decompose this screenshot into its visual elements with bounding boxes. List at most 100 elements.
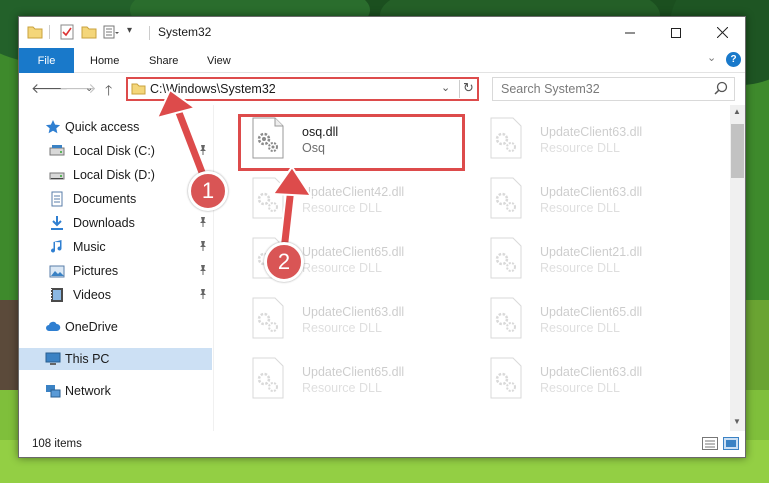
sidebar-item-pictures[interactable]: Pictures [19,260,212,282]
sidebar-item-label: This PC [65,352,110,366]
chevron-down-icon[interactable]: ⌄ [707,51,716,64]
cloud-icon [46,321,61,331]
dll-file-icon [252,357,284,399]
tab-view[interactable]: View [207,48,231,73]
folder-icon [131,83,146,95]
file-item[interactable]: UpdateClient65.dll Resource DLL [476,293,706,351]
pin-icon[interactable] [197,216,209,228]
sidebar-item-label: Documents [73,192,137,206]
dll-file-icon [490,297,522,339]
computer-icon [45,352,61,365]
address-bar[interactable]: C:\Windows\System32 ⌄ ↻ [126,77,479,101]
pane-divider [213,105,214,431]
sidebar-item-network[interactable]: Network [19,380,212,402]
file-item[interactable]: UpdateClient65.dll Resource DLL [238,353,468,411]
highlight-box [238,114,465,171]
pin-icon[interactable] [197,240,209,252]
pictures-icon [49,265,65,278]
tab-file[interactable]: File [19,48,74,73]
tab-home[interactable]: Home [90,48,119,73]
details-view-icon[interactable] [702,437,718,450]
step-1-badge: 1 [188,171,228,211]
file-item[interactable]: UpdateClient63.dll Resource DLL [476,173,706,231]
file-item[interactable]: UpdateClient63.dll Resource DLL [238,293,468,351]
file-item[interactable]: UpdateClient63.dll Resource DLL [476,353,706,411]
file-name: UpdateClient63.dll [540,125,643,139]
file-name: UpdateClient42.dll [302,185,405,199]
dll-file-icon [490,237,522,279]
step-2-badge: 2 [264,242,304,282]
vertical-scrollbar[interactable]: ▲ ▼ [730,105,745,431]
file-type: Resource DLL [302,201,382,215]
file-type: Resource DLL [302,261,382,275]
documents-icon [51,191,63,207]
sidebar-item-videos[interactable]: Videos [19,284,212,306]
search-input[interactable]: Search System32 [492,77,735,101]
window-title: System32 [158,25,212,39]
sidebar-item-label: Quick access [65,120,140,134]
music-icon [51,240,62,253]
pin-icon[interactable] [197,264,209,276]
maximize-button[interactable] [653,17,699,48]
file-type: Resource DLL [540,141,620,155]
sidebar-item-onedrive[interactable]: OneDrive [19,316,212,338]
up-arrow-icon[interactable]: 🡑 [105,80,112,104]
help-button[interactable]: ? [726,52,741,67]
search-icon[interactable] [714,81,728,95]
navigation-bar: 🡐 🡒 ⌄ 🡑 C:\Windows\System32 ⌄ ↻ Search S… [19,74,745,104]
file-name: UpdateClient21.dll [540,245,643,259]
address-path: C:\Windows\System32 [150,82,276,96]
refresh-icon[interactable]: ↻ [459,80,477,98]
scroll-up-icon[interactable]: ▲ [733,107,741,116]
sidebar-item-label: Music [73,240,106,254]
properties-icon[interactable] [59,24,75,40]
recent-locations-dropdown-icon[interactable]: ⌄ [85,83,93,94]
file-name: UpdateClient65.dll [302,365,405,379]
file-type: Resource DLL [540,261,620,275]
large-icons-view-icon[interactable] [723,437,739,450]
scroll-down-icon[interactable]: ▼ [733,417,741,426]
file-name: UpdateClient65.dll [540,305,643,319]
file-type: Resource DLL [540,321,620,335]
search-placeholder: Search System32 [501,82,600,96]
chevron-down-icon[interactable]: ⌄ [441,81,450,94]
separator [149,26,150,40]
file-type: Resource DLL [540,201,620,215]
dll-file-icon [490,357,522,399]
file-name: UpdateClient63.dll [540,365,643,379]
dll-file-icon [252,177,284,219]
sidebar-item-local-disk-c[interactable]: Local Disk (C:) [19,140,212,162]
ribbon-tabs: File Home Share View ⌄ ? [19,48,745,73]
sidebar-item-music[interactable]: Music [19,236,212,258]
status-bar: 108 items [19,431,745,457]
minimize-button[interactable] [607,17,653,48]
pin-icon[interactable] [197,144,209,156]
file-item[interactable]: UpdateClient42.dll Resource DLL [238,173,468,231]
star-icon [45,120,61,134]
new-folder-icon[interactable] [81,24,97,40]
tab-share[interactable]: Share [149,48,178,73]
scrollbar-thumb[interactable] [731,124,744,178]
sidebar-item-label: Network [65,384,111,398]
file-item[interactable]: UpdateClient63.dll Resource DLL [476,113,706,171]
title-bar: ▾ System32 [19,17,745,48]
sidebar-item-label: Pictures [73,264,119,278]
sidebar-item-local-disk-d[interactable]: Local Disk (D:) [19,164,212,186]
sidebar-item-documents[interactable]: Documents [19,188,212,210]
sidebar-item-this-pc[interactable]: This PC [19,348,212,370]
sidebar-item-downloads[interactable]: Downloads [19,212,212,234]
sidebar-item-quick-access[interactable]: Quick access [19,116,212,138]
sidebar-item-label: Local Disk (D:) [73,168,155,182]
file-type: Resource DLL [540,381,620,395]
customize-toolbar-icon[interactable] [103,24,121,40]
file-item[interactable]: UpdateClient21.dll Resource DLL [476,233,706,291]
navigation-pane: Quick access Local Disk (C:) Local Disk … [19,113,213,431]
pin-icon[interactable] [197,288,209,300]
dll-file-icon [252,297,284,339]
dropdown-arrow-icon[interactable]: ▾ [127,25,132,36]
sidebar-item-label: OneDrive [65,320,118,334]
file-name: UpdateClient63.dll [540,185,643,199]
videos-icon [51,288,63,302]
close-button[interactable] [699,17,745,48]
sidebar-item-label: Local Disk (C:) [73,144,155,158]
